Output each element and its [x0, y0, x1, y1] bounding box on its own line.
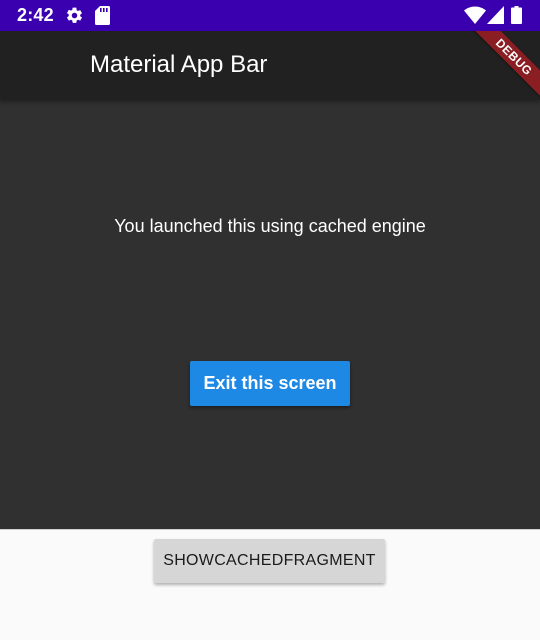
native-container: SHOWCACHEDFRAGMENT: [0, 529, 540, 640]
wifi-icon: [464, 6, 486, 24]
sd-card-icon: [95, 6, 110, 25]
exit-screen-button[interactable]: Exit this screen: [190, 361, 350, 406]
phone-screen: 2:42 Material App Bar DEBUG You launched…: [0, 0, 540, 640]
gear-icon: [67, 7, 82, 23]
status-time: 2:42: [17, 5, 54, 25]
app-bar: Material App Bar: [0, 31, 540, 100]
app-bar-title: Material App Bar: [90, 51, 268, 78]
status-bar: 2:42: [0, 0, 540, 31]
battery-icon: [511, 6, 522, 24]
show-cached-fragment-button[interactable]: SHOWCACHEDFRAGMENT: [154, 539, 385, 583]
flutter-view: Material App Bar DEBUG You launched this…: [0, 31, 540, 529]
cell-signal-icon: [487, 6, 504, 24]
cached-engine-message: You launched this using cached engine: [114, 216, 426, 236]
